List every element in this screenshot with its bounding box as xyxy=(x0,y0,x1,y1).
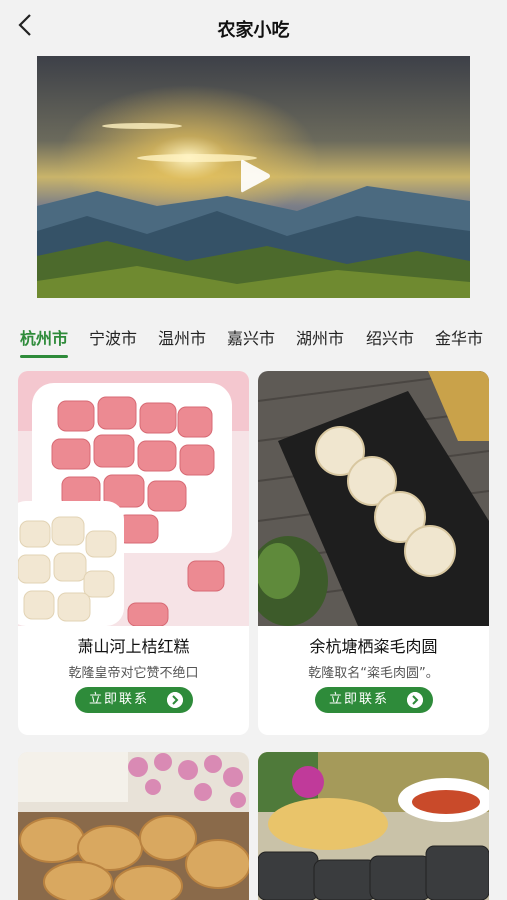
snack-card[interactable] xyxy=(18,752,249,900)
snack-card[interactable]: 余杭塘栖粢毛肉圆 乾隆取名“粢毛肉圆”。 立即联系 xyxy=(258,371,489,735)
chevron-right-icon xyxy=(407,692,423,708)
city-tabs: 杭州市 宁波市 温州市 嘉兴市 湖州市 绍兴市 金华市 xyxy=(0,318,507,360)
snack-image xyxy=(258,752,489,900)
contact-button-label: 立即联系 xyxy=(89,692,150,707)
tab-jiaxing[interactable]: 嘉兴市 xyxy=(227,325,275,349)
tab-hangzhou[interactable]: 杭州市 xyxy=(20,325,68,349)
video-player[interactable] xyxy=(37,56,470,298)
snack-name: 萧山河上桔红糕 xyxy=(77,637,190,656)
active-tab-indicator xyxy=(20,355,68,358)
snack-image xyxy=(258,371,489,626)
tab-huzhou[interactable]: 湖州市 xyxy=(296,325,344,349)
contact-button[interactable]: 立即联系 xyxy=(75,687,193,713)
snack-image xyxy=(18,371,249,626)
snack-card[interactable] xyxy=(258,752,489,900)
snack-image xyxy=(18,752,249,900)
top-bar: 农家小吃 xyxy=(0,0,507,50)
snack-name: 余杭塘栖粢毛肉圆 xyxy=(309,637,438,656)
snack-card[interactable]: 萧山河上桔红糕 乾隆皇帝对它赞不绝口 立即联系 xyxy=(18,371,249,735)
snack-description: 乾隆皇帝对它赞不绝口 xyxy=(68,666,199,681)
contact-button[interactable]: 立即联系 xyxy=(315,687,433,713)
tab-wenzhou[interactable]: 温州市 xyxy=(158,325,206,349)
snack-description: 乾隆取名“粢毛肉圆”。 xyxy=(308,666,439,681)
chevron-right-icon xyxy=(167,692,183,708)
tab-jinhua[interactable]: 金华市 xyxy=(435,325,483,349)
tab-ningbo[interactable]: 宁波市 xyxy=(89,325,137,349)
page-title: 农家小吃 xyxy=(217,20,290,41)
contact-button-label: 立即联系 xyxy=(329,692,390,707)
tab-shaoxing[interactable]: 绍兴市 xyxy=(366,325,414,349)
play-icon[interactable] xyxy=(237,156,273,196)
